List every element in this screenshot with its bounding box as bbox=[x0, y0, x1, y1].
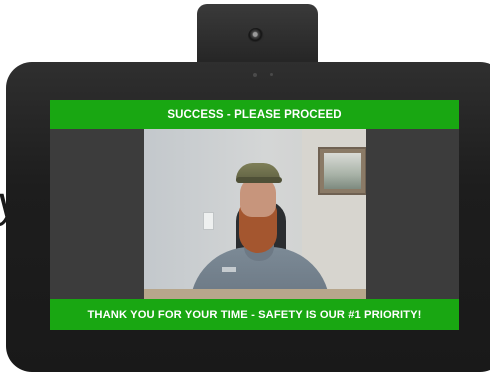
feed-wall-picture bbox=[318, 147, 366, 195]
feed-person-badge bbox=[222, 267, 236, 272]
feed-person-face bbox=[240, 177, 276, 217]
camera-feed bbox=[144, 129, 366, 299]
feed-desk bbox=[144, 289, 366, 299]
light-sensor-icon bbox=[270, 73, 273, 76]
front-camera-icon bbox=[253, 73, 257, 77]
feed-person-cap-brim bbox=[236, 177, 282, 183]
camera-lens-icon bbox=[248, 28, 264, 44]
status-banner: SUCCESS - PLEASE PROCEED bbox=[50, 100, 459, 129]
feed-light-switch bbox=[203, 212, 214, 230]
kiosk-screen: SUCCESS - PLEASE PROCEED THANK YOU FOR Y… bbox=[50, 100, 459, 330]
footer-banner: THANK YOU FOR YOUR TIME - SAFETY IS OUR … bbox=[50, 299, 459, 330]
